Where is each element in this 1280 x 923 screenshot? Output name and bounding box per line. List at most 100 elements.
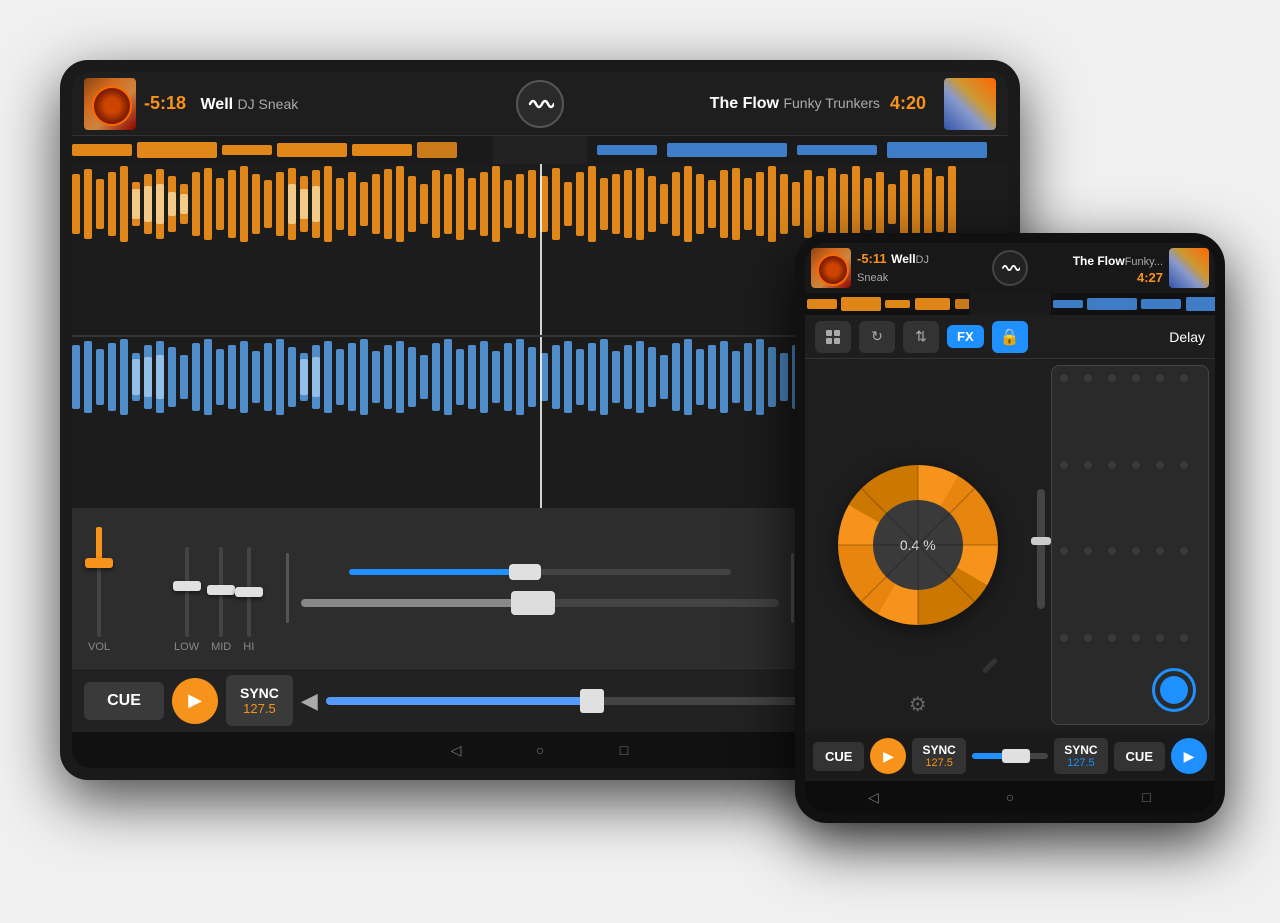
phone-crossfader[interactable] [972, 753, 1048, 759]
tempo-slider[interactable] [349, 569, 731, 575]
mid-label: MID [211, 641, 231, 653]
phone-main: 0.4 % ⚙ [805, 359, 1215, 731]
phone-title-left: Well [891, 252, 915, 266]
fx-dot-11 [1180, 461, 1188, 469]
phone-header: -5:11 WellDJ Sneak The FlowFunky... 4:27 [805, 243, 1215, 293]
crossfader-area[interactable] [266, 553, 814, 623]
phone-sync-button-right[interactable]: SYNC 127.5 [1054, 738, 1107, 774]
phone-cue-button-left[interactable]: CUE [813, 742, 864, 771]
recents-nav-icon[interactable]: □ [612, 738, 636, 762]
phone-logo-circle [992, 250, 1028, 286]
fx-dot-2 [1108, 374, 1116, 382]
pitch-line [326, 697, 594, 705]
fx-dot-15 [1132, 547, 1140, 555]
phone-cf-handle[interactable] [1002, 749, 1030, 763]
phone-time-left: -5:11 [857, 251, 887, 266]
lock-button[interactable]: 🔒 [992, 321, 1028, 353]
phone-device: -5:11 WellDJ Sneak The FlowFunky... 4:27 [795, 233, 1225, 823]
settings-gear-icon[interactable]: ⚙ [909, 692, 927, 717]
vol-fader-left[interactable]: VOL [88, 523, 110, 653]
tablet-header: -5:18 Well DJ Sneak The Flow Fu [72, 72, 1008, 136]
title-left: Well [200, 96, 233, 113]
mini-wave-center [493, 136, 587, 164]
phone-mini-wave-right [1051, 293, 1215, 315]
fx-dot-23 [1180, 634, 1188, 642]
fx-dot-19 [1084, 634, 1092, 642]
playhead-blue [540, 337, 542, 508]
pitch-handle[interactable] [580, 689, 604, 713]
fx-dot-20 [1108, 634, 1116, 642]
phone-play-button-right[interactable]: ▶ [1171, 738, 1207, 774]
fx-dot-4 [1156, 374, 1164, 382]
mini-wave-right-svg [587, 136, 1008, 164]
tablet-track-left: -5:18 Well DJ Sneak [72, 78, 493, 130]
phone-track-text-right: The FlowFunky... 4:27 [1073, 252, 1163, 285]
fx-button[interactable]: FX [947, 325, 984, 348]
fx-dot-17 [1180, 547, 1188, 555]
low-fader-left[interactable]: LOW [174, 523, 199, 653]
fx-dot-12 [1060, 547, 1068, 555]
fx-dot-1 [1084, 374, 1092, 382]
mixer-button[interactable]: ⇅ [903, 321, 939, 353]
crossfader-handle[interactable] [511, 591, 555, 615]
fx-dot-21 [1132, 634, 1140, 642]
phone-back-nav[interactable]: ◁ [861, 785, 885, 809]
hi-fader-left[interactable]: HI [243, 523, 254, 653]
mini-wave-right [587, 136, 1008, 164]
mid-fader-left[interactable]: MID [211, 523, 231, 653]
phone-album-left [811, 248, 851, 288]
phone-right-panel [1031, 359, 1216, 731]
phone-cue-button-right[interactable]: CUE [1114, 742, 1165, 771]
fx-circle-button[interactable] [1152, 668, 1196, 712]
hi-label: HI [243, 641, 254, 653]
phone-logo-wave [1000, 258, 1020, 278]
phone-home-nav[interactable]: ○ [998, 785, 1022, 809]
phone-track-text-left: -5:11 WellDJ Sneak [857, 250, 963, 286]
fx-dot-3 [1132, 374, 1140, 382]
crossfader-right-line [791, 553, 794, 623]
vol-label-left: VOL [88, 641, 110, 653]
phone-play-button-left[interactable]: ▶ [870, 738, 906, 774]
artist-right: Funky Trunkers [783, 95, 879, 111]
phone-sync-label-left: SYNC [922, 743, 955, 757]
phone-android-nav: ◁ ○ □ [805, 781, 1215, 813]
tempo-handle[interactable] [509, 564, 541, 580]
sync-button-tablet[interactable]: SYNC 127.5 [226, 675, 293, 726]
fx-dot-10 [1156, 461, 1164, 469]
crossfader-left-line [286, 553, 289, 623]
phone-sync-button-left[interactable]: SYNC 127.5 [912, 738, 965, 774]
crossfader-track[interactable] [301, 599, 779, 607]
phone-mini-wave-center [969, 293, 1051, 315]
phone-logo-center [969, 250, 1051, 286]
phone-turntable-area: 0.4 % ⚙ [805, 359, 1031, 731]
playhead-orange [540, 164, 542, 335]
grid-button[interactable] [815, 321, 851, 353]
fx-dot-7 [1084, 461, 1092, 469]
back-button-tablet[interactable]: ◀ [301, 688, 318, 714]
low-label: LOW [174, 641, 199, 653]
track-text-left: -5:18 Well DJ Sneak [144, 93, 481, 114]
phone-pitch-fader[interactable] [1037, 489, 1045, 609]
home-nav-icon[interactable]: ○ [528, 738, 552, 762]
fx-panel [1051, 365, 1210, 725]
fx-dot-8 [1108, 461, 1116, 469]
phone-recents-nav[interactable]: □ [1135, 785, 1159, 809]
phone-mini-wave [805, 293, 1215, 315]
turntable[interactable]: 0.4 % [838, 465, 998, 625]
logo-center [493, 80, 587, 128]
phone-toolbar: ↻ ⇅ FX 🔒 Delay [805, 315, 1215, 359]
phone-track-left: -5:11 WellDJ Sneak [805, 248, 969, 288]
phone-pitch-handle[interactable] [1031, 537, 1051, 545]
scene: -5:18 Well DJ Sneak The Flow Fu [0, 0, 1280, 923]
album-art-left [84, 78, 136, 130]
cue-button-tablet[interactable]: CUE [84, 682, 164, 720]
play-button-tablet[interactable]: ▶ [172, 678, 218, 724]
fx-dot-22 [1156, 634, 1164, 642]
fx-dot-14 [1108, 547, 1116, 555]
track-text-right: The Flow Funky Trunkers [607, 95, 880, 113]
time-right: 4:20 [890, 93, 926, 114]
phone-album-right [1169, 248, 1209, 288]
back-nav-icon[interactable]: ◁ [444, 738, 468, 762]
loop-button[interactable]: ↻ [859, 321, 895, 353]
phone-sync-label-right: SYNC [1064, 743, 1097, 757]
